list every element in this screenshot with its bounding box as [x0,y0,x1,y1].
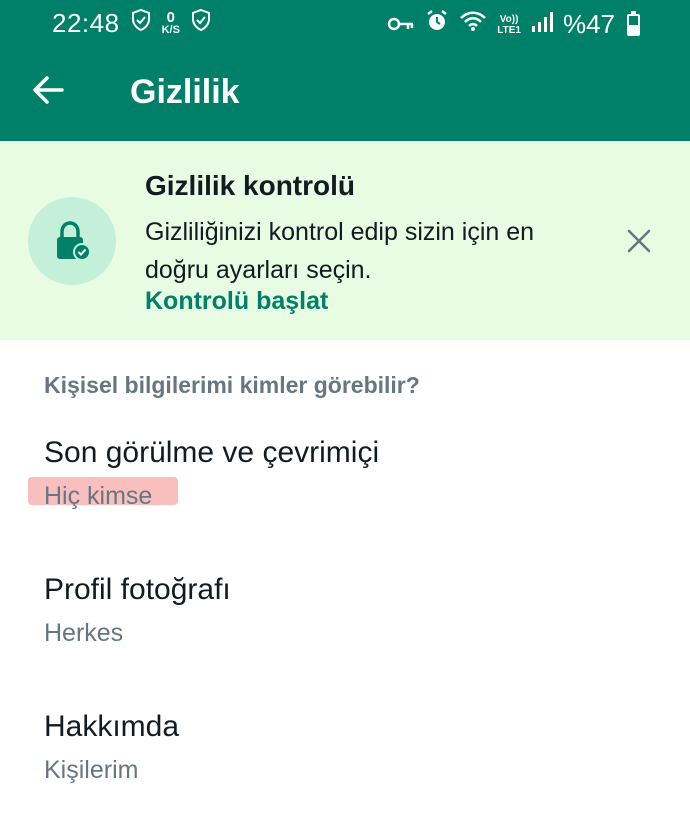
volte-bottom-text: LTE1 [497,24,521,36]
start-checkup-link[interactable]: Kontrolü başlat [145,287,328,316]
privacy-checkup-description: Gizliliğinizi kontrol edip sizin için en… [145,218,535,284]
shield-check-icon [130,8,152,39]
status-bar-right: Vo)) LTE1 %47 [387,9,640,40]
status-time: 22:48 [52,8,120,38]
setting-last-seen-online[interactable]: Son görülme ve çevrimiçi Hiç kimse [0,436,690,556]
battery-fill [629,25,638,34]
status-bar-left: 22:48 0 K/S [52,8,212,39]
battery-icon [627,10,640,36]
setting-value: Hiç kimse [44,482,153,510]
app-bar: 22:48 0 K/S Vo)) LTE1 %47 Gizlilik [0,0,690,141]
shield-check-icon [190,8,212,39]
setting-label: Son görülme ve çevrimiçi [44,436,380,469]
close-banner-button[interactable] [624,226,654,256]
status-bar: 22:48 0 K/S Vo)) LTE1 %47 [0,0,690,48]
battery-percent: %47 [562,9,615,39]
setting-label: Profil fotoğrafı [44,573,231,606]
volte-indicator: Vo)) LTE1 [497,14,521,36]
arrow-left-icon [33,76,64,104]
privacy-checkup-title: Gizlilik kontrolü [145,170,356,201]
setting-value: Kişilerim [44,756,139,784]
privacy-checkup-banner[interactable]: Gizlilik kontrolü Gizliliğinizi kontrol … [0,141,690,340]
setting-profile-photo[interactable]: Profil fotoğrafı Herkes [0,573,690,693]
network-speed-unit: K/S [161,24,180,36]
network-speed-value: 0 [166,9,175,26]
wifi-icon [459,10,487,39]
lock-check-icon [28,197,116,285]
setting-about[interactable]: Hakkımda Kişilerim [0,710,690,830]
key-icon [387,11,415,39]
alarm-icon [425,9,449,40]
close-icon [627,229,651,253]
network-speed: 0 K/S [161,9,180,36]
setting-value: Herkes [44,619,124,647]
volte-top-text: Vo)) [499,13,519,25]
back-button[interactable] [30,72,74,112]
section-header: Kişisel bilgilerimi kimler görebilir? [44,372,420,398]
setting-label: Hakkımda [44,710,180,743]
page-title: Gizlilik [130,73,240,111]
signal-icon [531,11,553,39]
